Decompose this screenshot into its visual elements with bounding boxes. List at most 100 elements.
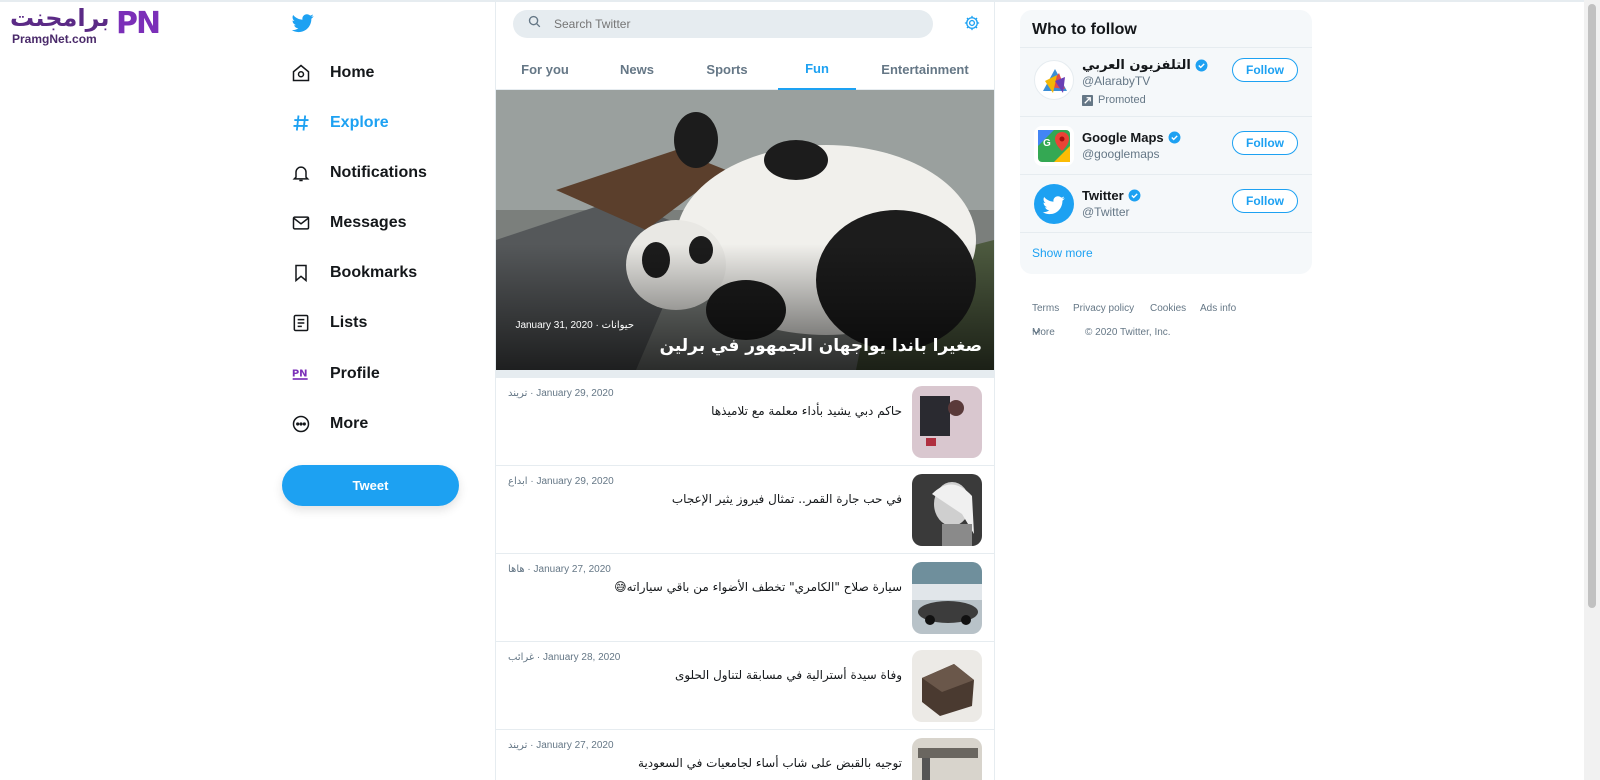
- story-meta: ابداع · January 29, 2020: [508, 476, 614, 487]
- hero-title: صغيرا باندا يواجهان الجمهور في برلين: [659, 336, 982, 356]
- sidebar-item-label: Bookmarks: [330, 264, 418, 281]
- follow-suggestion[interactable]: Twitter @Twitter Follow: [1020, 174, 1312, 232]
- hero-category: حيوانات: [601, 320, 634, 331]
- svg-text:G: G: [1043, 138, 1051, 149]
- promoted-text: Promoted: [1098, 94, 1146, 106]
- tab-sports[interactable]: Sports: [680, 48, 774, 90]
- footer-cookies[interactable]: Cookies: [1150, 303, 1186, 314]
- search-input[interactable]: [554, 17, 914, 31]
- story-date: January 29, 2020: [536, 476, 614, 487]
- list-icon: [290, 312, 312, 334]
- account-name-text: Google Maps: [1082, 130, 1164, 145]
- account-name: التلفزيون العربي: [1082, 58, 1208, 73]
- sidebar-item-label: Lists: [330, 314, 368, 331]
- sidebar-item-notifications[interactable]: Notifications: [290, 158, 427, 188]
- watermark-mark: PN: [116, 6, 161, 41]
- story-item[interactable]: تريند · January 27, 2020 توجيه بالقبض عل…: [496, 730, 994, 780]
- who-to-follow-title: Who to follow: [1032, 21, 1137, 38]
- sidebar-item-label: More: [330, 415, 369, 432]
- tab-for-you[interactable]: For you: [496, 48, 594, 90]
- story-title: في حب جارة القمر.. تمثال فيروز يثير الإع…: [671, 492, 902, 506]
- follow-suggestion[interactable]: G Google Maps @googlemaps Follow: [1020, 116, 1312, 174]
- verified-badge-icon: [1168, 131, 1181, 144]
- story-thumbnail: [912, 474, 982, 546]
- twitter-explore-page: برامجنت PN PramgNet.com Home Explore Not…: [0, 0, 1600, 780]
- sidebar-item-label: Home: [330, 64, 375, 81]
- account-name-text: التلفزيون العربي: [1082, 58, 1191, 73]
- story-thumbnail: [912, 650, 982, 722]
- story-item[interactable]: ابداع · January 29, 2020 في حب جارة القم…: [496, 466, 994, 554]
- tab-news[interactable]: News: [594, 48, 680, 90]
- search-bar[interactable]: [513, 10, 933, 38]
- avatar: [1034, 60, 1074, 100]
- sidebar-item-home[interactable]: Home: [290, 58, 374, 88]
- tab-fun[interactable]: Fun: [778, 48, 856, 90]
- promoted-label: Promoted: [1082, 94, 1146, 106]
- account-handle: @AlarabyTV: [1082, 74, 1151, 88]
- footer-terms[interactable]: Terms: [1032, 303, 1059, 314]
- footer-more[interactable]: More: [1032, 327, 1055, 339]
- story-meta: هاها · January 27, 2020: [508, 564, 611, 575]
- tweet-button[interactable]: Tweet: [282, 465, 459, 506]
- svg-text:PN: PN: [292, 369, 308, 380]
- panel-divider: [1020, 232, 1312, 233]
- search-icon: [527, 14, 542, 34]
- story-title: حاكم دبي يشيد بأداء معلمة مع تلاميذها: [711, 404, 902, 418]
- sidebar-item-more[interactable]: More: [290, 409, 368, 439]
- bookmark-icon: [290, 262, 312, 284]
- avatar: G: [1034, 126, 1074, 166]
- meta-separator: ·: [592, 320, 599, 331]
- settings-gear-icon[interactable]: [963, 14, 983, 34]
- follow-suggestion[interactable]: التلفزيون العربي @AlarabyTV Promoted Fol…: [1020, 47, 1312, 116]
- follow-button[interactable]: Follow: [1232, 131, 1298, 155]
- footer-ads-info[interactable]: Ads info: [1200, 303, 1236, 314]
- account-name: Twitter: [1082, 188, 1141, 203]
- footer-copyright: © 2020 Twitter, Inc.: [1085, 327, 1171, 338]
- promoted-icon: [1082, 94, 1093, 106]
- page-scrollbar[interactable]: [1584, 0, 1600, 780]
- google-maps-logo-icon: G: [1038, 130, 1070, 162]
- hash-icon: [290, 112, 312, 134]
- story-date: January 27, 2020: [536, 740, 614, 751]
- show-more-link[interactable]: Show more: [1032, 246, 1093, 260]
- story-thumbnail: [912, 386, 982, 458]
- story-category: ابداع: [508, 476, 528, 487]
- sidebar-item-profile[interactable]: PN Profile: [290, 359, 380, 389]
- story-title: وفاة سيدة أسترالية في مسابقة لتناول الحل…: [674, 668, 902, 682]
- story-category: تريند: [508, 740, 528, 751]
- footer-privacy[interactable]: Privacy policy: [1073, 303, 1134, 314]
- twitter-bird-icon[interactable]: [290, 12, 318, 38]
- avatar: [1034, 184, 1074, 224]
- story-meta: تريند · January 29, 2020: [508, 388, 614, 399]
- account-handle: @googlemaps: [1082, 147, 1160, 161]
- sidebar-item-explore[interactable]: Explore: [290, 108, 389, 138]
- story-date: January 27, 2020: [533, 564, 611, 575]
- verified-badge-icon: [1128, 189, 1141, 202]
- story-title: سيارة صلاح "الكامري" تخطف الأضواء من باق…: [614, 580, 902, 594]
- envelope-icon: [290, 212, 312, 234]
- sidebar-item-messages[interactable]: Messages: [290, 208, 407, 238]
- hero-meta: حيوانات · January 31, 2020: [515, 320, 634, 331]
- sidebar-item-bookmarks[interactable]: Bookmarks: [290, 258, 417, 288]
- hero-story[interactable]: حيوانات · January 31, 2020 صغيرا باندا ي…: [496, 90, 994, 370]
- follow-button[interactable]: Follow: [1232, 58, 1298, 82]
- verified-badge-icon: [1195, 59, 1208, 72]
- who-to-follow-panel: Who to follow التلفزيون العربي @AlarabyT…: [1020, 10, 1312, 274]
- account-name-text: Twitter: [1082, 188, 1124, 203]
- story-meta: غرائب · January 28, 2020: [508, 652, 621, 663]
- watermark-logo: برامجنت PN PramgNet.com: [8, 4, 168, 48]
- bell-icon: [290, 162, 312, 184]
- story-item[interactable]: هاها · January 27, 2020 سيارة صلاح "الكا…: [496, 554, 994, 642]
- story-category: هاها: [508, 564, 525, 575]
- sidebar-item-lists[interactable]: Lists: [290, 308, 367, 338]
- follow-button[interactable]: Follow: [1232, 189, 1298, 213]
- sidebar-item-label: Notifications: [330, 164, 427, 181]
- story-item[interactable]: غرائب · January 28, 2020 وفاة سيدة أسترا…: [496, 642, 994, 730]
- story-item[interactable]: تريند · January 29, 2020 حاكم دبي يشيد ب…: [496, 378, 994, 466]
- explore-column: For you News Sports Fun Entertainment: [495, 0, 995, 780]
- explore-tabs: For you News Sports Fun Entertainment: [496, 48, 994, 90]
- scrollbar-thumb[interactable]: [1588, 4, 1596, 608]
- story-title: توجيه بالقبض على شاب أساء لجامعيات في ال…: [638, 756, 902, 770]
- tab-entertainment[interactable]: Entertainment: [856, 48, 994, 90]
- home-icon: [290, 62, 312, 84]
